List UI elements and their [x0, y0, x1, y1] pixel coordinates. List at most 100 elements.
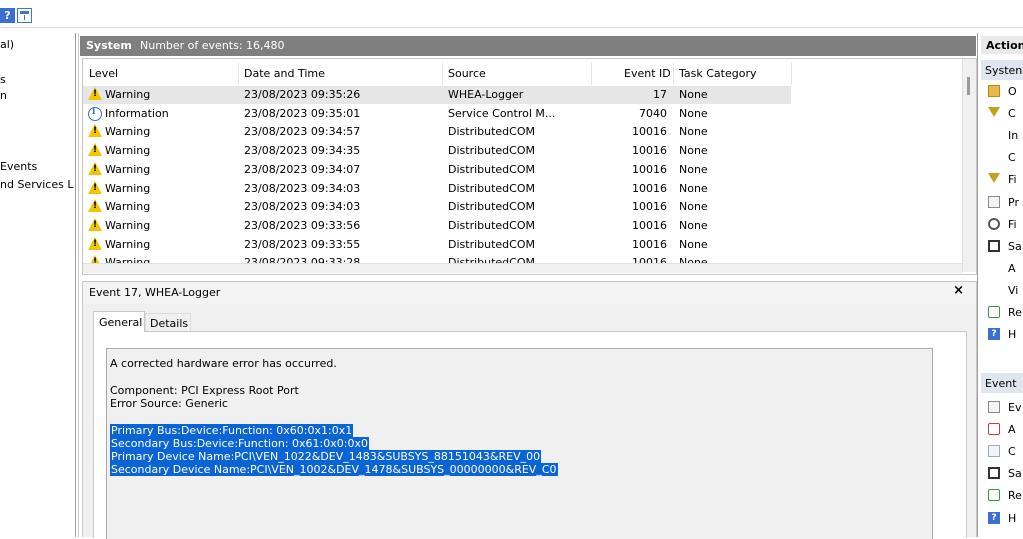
action-item[interactable]: Fi	[981, 215, 1023, 235]
column-header-level[interactable]: Level	[89, 67, 118, 80]
action-item[interactable]: C	[981, 104, 1023, 124]
table-row[interactable]: ! Warning 23/08/2023 09:34:03 DistributedCO…	[83, 198, 791, 216]
description-line-selected: Secondary Bus:Device:Function: 0x61:0x0:…	[110, 437, 369, 450]
action-item[interactable]: C	[981, 442, 1023, 462]
cell-task-category: None	[679, 88, 708, 101]
action-item[interactable]: In	[981, 126, 1023, 146]
column-header-event-id[interactable]: Event ID	[624, 67, 671, 80]
close-icon[interactable]: ×	[953, 283, 964, 298]
action-item[interactable]: O	[981, 82, 1023, 102]
cell-task-category: None	[679, 200, 708, 214]
action-item[interactable]: Sa	[981, 464, 1023, 484]
actions-section-event[interactable]: Event	[981, 373, 1023, 393]
tree-item[interactable]: s	[0, 73, 6, 86]
log-header: System Number of events: 16,480	[80, 36, 976, 56]
action-label: In	[1008, 129, 1019, 143]
action-label: H	[1008, 328, 1017, 342]
cell-event-id: 10016	[632, 144, 667, 158]
save-icon	[988, 467, 1000, 480]
column-header-task-category[interactable]: Task Category	[679, 67, 756, 80]
log-title: System	[86, 39, 132, 52]
tab-general[interactable]: General	[93, 311, 145, 332]
description-line: Component: PCI Express Root Port	[110, 384, 299, 397]
left-splitter[interactable]	[75, 33, 76, 537]
action-item[interactable]: Vi	[981, 281, 1023, 301]
cell-datetime: 23/08/2023 09:33:55	[244, 237, 361, 251]
open-folder-icon	[988, 85, 1000, 97]
section-label: Systen	[985, 64, 1023, 77]
warning-icon: !	[88, 161, 104, 176]
column-separator[interactable]	[791, 63, 792, 85]
action-item[interactable]: Ev	[981, 398, 1023, 418]
column-header-date[interactable]: Date and Time	[244, 67, 325, 80]
tree-item[interactable]: al)	[0, 38, 14, 51]
actions-header: Action	[981, 36, 1023, 54]
description-line: Error Source: Generic	[110, 397, 228, 410]
cell-datetime: 23/08/2023 09:34:35	[244, 144, 361, 158]
table-row[interactable]: ! Warning 23/08/2023 09:35:26 WHEA-Logger 17…	[83, 86, 791, 104]
event-description[interactable]: A corrected hardware error has occurred.…	[106, 348, 933, 539]
action-item[interactable]: Re	[981, 303, 1023, 323]
description-line-selected: Primary Bus:Device:Function: 0x60:0x1:0x…	[110, 424, 354, 437]
action-label: O	[1008, 85, 1017, 98]
cell-source: DistributedCOM	[448, 237, 535, 251]
cell-task-category: None	[679, 125, 708, 139]
cell-event-id: 10016	[632, 125, 667, 139]
show-hide-pane-icon[interactable]	[17, 8, 32, 23]
action-item[interactable]: ? H	[981, 325, 1023, 345]
table-row[interactable]: ! Warning 23/08/2023 09:33:55 DistributedCO…	[83, 236, 791, 254]
cell-source: DistributedCOM	[448, 125, 535, 139]
column-separator[interactable]	[442, 63, 443, 85]
action-item[interactable]: ? H	[981, 509, 1023, 529]
table-row[interactable]: ! Warning 23/08/2023 09:34:07 DistributedCO…	[83, 161, 791, 179]
action-item[interactable]: A	[981, 420, 1023, 440]
cell-event-id: 10016	[632, 200, 667, 214]
cell-event-id: 10016	[632, 237, 667, 251]
actions-pane: Action Systen O C In C Fi Pr Fi Sa A Vi Re? H Event…	[981, 36, 1023, 537]
tab-details[interactable]: Details	[145, 313, 191, 332]
cell-datetime: 23/08/2023 09:35:01	[244, 106, 361, 120]
action-item[interactable]: C	[981, 148, 1023, 168]
action-item[interactable]: Pr	[981, 193, 1023, 213]
action-item[interactable]: Re	[981, 486, 1023, 506]
column-separator[interactable]	[591, 63, 592, 85]
general-tab-page: A corrected hardware error has occurred.…	[93, 331, 967, 539]
table-row[interactable]: ! Warning 23/08/2023 09:34:57 DistributedCO…	[83, 123, 791, 141]
right-splitter[interactable]	[977, 33, 978, 537]
table-row[interactable]: ! Warning 23/08/2023 09:34:35 DistributedCO…	[83, 142, 791, 160]
table-row[interactable]: ! Warning 23/08/2023 09:33:56 DistributedCO…	[83, 217, 791, 235]
column-separator[interactable]	[673, 63, 674, 85]
cell-level: Warning	[105, 218, 151, 232]
cell-source: DistributedCOM	[448, 162, 535, 176]
tree-item[interactable]: Events	[0, 160, 37, 173]
action-item[interactable]: A	[981, 259, 1023, 279]
description-line: A corrected hardware error has occurred.	[110, 357, 337, 370]
column-header-source[interactable]: Source	[448, 67, 486, 80]
tab-label: Details	[150, 317, 189, 330]
horizontal-scrollbar[interactable]	[83, 263, 962, 273]
event-properties-icon	[988, 401, 1000, 413]
warning-icon: !	[88, 236, 104, 251]
vertical-scrollbar[interactable]	[962, 59, 976, 272]
action-item[interactable]: Fi	[981, 170, 1023, 190]
cell-source: DistributedCOM	[448, 144, 535, 158]
tree-item[interactable]: n	[0, 89, 7, 102]
cell-event-id: 10016	[632, 162, 667, 176]
cell-level: Warning	[105, 125, 151, 139]
scrollbar-thumb[interactable]	[967, 77, 970, 95]
table-row[interactable]: i Information 23/08/2023 09:35:01 Service C…	[83, 105, 791, 123]
column-separator[interactable]	[238, 63, 239, 85]
tree-item[interactable]: nd Services Lo	[0, 178, 74, 191]
action-label: Sa	[1008, 239, 1022, 253]
action-label: C	[1008, 107, 1016, 121]
help-icon[interactable]: ?	[0, 8, 15, 23]
action-item[interactable]: Sa	[981, 237, 1023, 257]
cell-level: Warning	[105, 200, 151, 214]
copy-icon	[988, 445, 1000, 458]
table-row[interactable]: ! Warning 23/08/2023 09:34:03 DistributedCO…	[83, 180, 791, 198]
filter-icon	[988, 107, 1000, 118]
navigation-tree: al) s n Events nd Services Lo	[0, 33, 74, 537]
actions-section-system[interactable]: Systen	[981, 60, 1023, 80]
action-label: Vi	[1008, 283, 1019, 297]
action-label: A	[1008, 261, 1016, 275]
